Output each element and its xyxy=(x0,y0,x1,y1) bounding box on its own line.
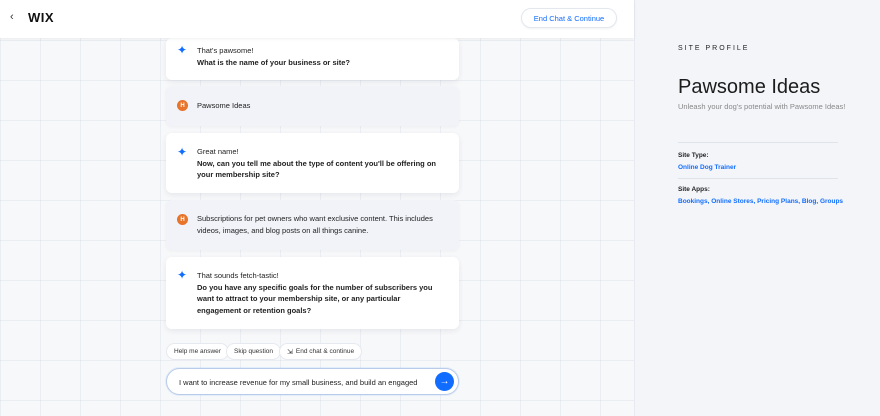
message-question: want to attract to your membership site,… xyxy=(197,294,401,303)
site-title: Pawsome Ideas xyxy=(678,76,821,98)
exit-icon: ⇲ xyxy=(287,348,293,356)
arrow-right-icon: → xyxy=(439,376,450,387)
message-text: videos, images, and blog posts on all th… xyxy=(197,225,369,235)
message-text: That sounds fetch-tastic! xyxy=(197,271,279,280)
end-chat-continue-button[interactable]: ⇲ End chat & continue xyxy=(279,343,363,360)
assistant-message: ✦ That's pawsome! What is the name of yo… xyxy=(166,38,459,80)
chip-label: Skip question xyxy=(234,348,274,355)
message-question: What is the name of your business or sit… xyxy=(197,57,350,67)
message-text: Subscriptions for pet owners who want ex… xyxy=(197,214,433,223)
user-message: H Pawsome Ideas xyxy=(166,86,459,126)
user-avatar: H xyxy=(177,214,188,225)
divider xyxy=(678,178,838,179)
user-avatar: H xyxy=(177,100,188,111)
message-question: Do you have any specific goals for the n… xyxy=(197,282,433,292)
assistant-message: ✦ Great name! Now, can you tell me about… xyxy=(166,133,459,193)
message-question: engagement or retention goals? xyxy=(197,305,312,315)
site-type-label: Site Type: xyxy=(678,152,709,159)
site-profile-panel: SITE PROFILE Pawsome Ideas Unleash your … xyxy=(634,0,880,416)
chip-label: Help me answer xyxy=(174,348,221,355)
help-me-answer-button[interactable]: Help me answer xyxy=(166,343,229,360)
chat-input[interactable] xyxy=(179,375,429,389)
message-text: Pawsome Ideas xyxy=(197,101,251,110)
ai-sparkle-icon: ✦ xyxy=(177,268,188,282)
skip-question-button[interactable]: Skip question xyxy=(226,343,282,360)
chat-input-box: → xyxy=(166,368,459,395)
divider xyxy=(678,142,838,143)
wix-logo: WIX xyxy=(28,10,55,25)
ai-sparkle-icon: ✦ xyxy=(177,145,188,159)
message-question: your membership site? xyxy=(197,170,280,179)
panel-kicker: SITE PROFILE xyxy=(678,45,750,52)
site-apps-label: Site Apps: xyxy=(678,186,710,193)
message-text: Great name! xyxy=(197,147,239,156)
chat-canvas: ✦ That's pawsome! What is the name of yo… xyxy=(0,0,634,416)
site-apps-value: Bookings, Online Stores, Pricing Plans, … xyxy=(678,198,844,205)
ai-sparkle-icon: ✦ xyxy=(177,43,188,57)
assistant-message: ✦ That sounds fetch-tastic! Do you have … xyxy=(166,257,459,329)
top-bar: ‹ WIX End Chat & Continue xyxy=(0,0,634,38)
message-question: Now, can you tell me about the type of c… xyxy=(197,158,437,168)
site-subtitle: Unleash your dog's potential with Pawsom… xyxy=(678,102,846,111)
message-text: That's pawsome! xyxy=(197,46,254,55)
end-chat-button[interactable]: End Chat & Continue xyxy=(521,8,617,28)
user-message: H Subscriptions for pet owners who want … xyxy=(166,200,459,250)
chip-label: End chat & continue xyxy=(295,348,355,355)
back-icon[interactable]: ‹ xyxy=(10,11,14,23)
site-type-value: Online Dog Trainer xyxy=(678,164,737,171)
send-button[interactable]: → xyxy=(435,372,454,391)
